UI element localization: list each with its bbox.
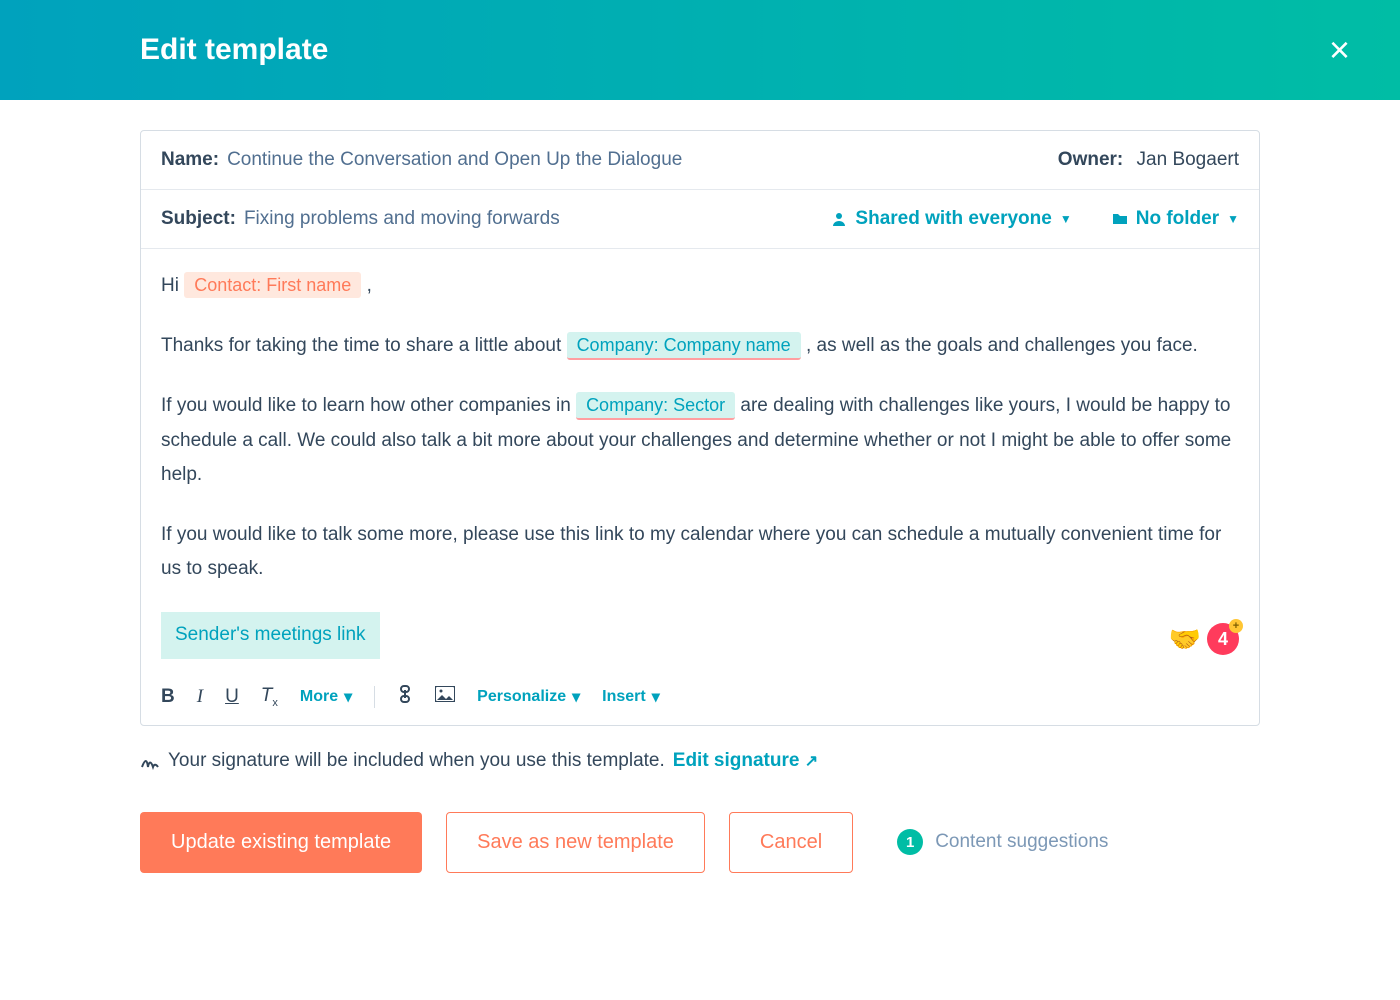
- caret-down-icon: ▾: [572, 687, 580, 707]
- suggestions-count-badge: 1: [897, 829, 923, 855]
- token-company-name[interactable]: Company: Company name: [567, 332, 801, 360]
- template-card: Name: Continue the Conversation and Open…: [140, 130, 1260, 726]
- owner-label: Owner:: [1058, 149, 1123, 170]
- caret-down-icon: ▼: [1060, 212, 1072, 226]
- text: , as well as the goals and challenges yo…: [806, 335, 1198, 356]
- notif-count: 4: [1218, 623, 1228, 655]
- signature-note: Your signature will be included when you…: [140, 750, 1260, 772]
- sharing-dropdown[interactable]: Shared with everyone ▼: [831, 208, 1071, 230]
- modal-body: Name: Continue the Conversation and Open…: [0, 100, 1400, 873]
- paragraph-2: If you would like to learn how other com…: [161, 389, 1239, 492]
- suggestions-label: Content suggestions: [935, 831, 1108, 853]
- owner-field: Owner: Jan Bogaert: [1058, 149, 1239, 171]
- content-suggestions[interactable]: 1 Content suggestions: [897, 829, 1108, 855]
- more-dropdown[interactable]: More▾: [300, 687, 352, 707]
- personalize-dropdown[interactable]: Personalize▾: [477, 687, 580, 707]
- user-icon: [831, 211, 847, 227]
- edit-signature-link[interactable]: Edit signature ↗: [673, 750, 818, 772]
- folder-label: No folder: [1136, 208, 1219, 230]
- modal-title: Edit template: [140, 33, 328, 67]
- notification-badge[interactable]: 4: [1207, 623, 1239, 655]
- caret-down-icon: ▾: [652, 687, 660, 707]
- token-contact-firstname[interactable]: Contact: First name: [184, 272, 361, 298]
- name-label: Name:: [161, 149, 219, 171]
- caret-down-icon: ▼: [1227, 212, 1239, 226]
- clear-format-button[interactable]: Tx: [261, 685, 278, 709]
- save-new-template-button[interactable]: Save as new template: [446, 812, 705, 873]
- name-value[interactable]: Continue the Conversation and Open Up th…: [227, 149, 682, 171]
- bold-button[interactable]: B: [161, 686, 175, 708]
- insert-dropdown[interactable]: Insert▾: [602, 687, 660, 707]
- editor-toolbar: B I U Tx More▾ Personalize▾ Insert▾: [141, 677, 1259, 725]
- name-row: Name: Continue the Conversation and Open…: [141, 131, 1259, 190]
- email-body-editor[interactable]: Hi Contact: First name , Thanks for taki…: [141, 249, 1259, 677]
- subject-label: Subject:: [161, 208, 236, 230]
- token-meetings-link[interactable]: Sender's meetings link: [161, 612, 380, 658]
- underline-button[interactable]: U: [225, 686, 239, 708]
- separator: [374, 686, 375, 708]
- link-icon[interactable]: [397, 685, 413, 709]
- paragraph-1: Thanks for taking the time to share a li…: [161, 329, 1239, 363]
- sharing-label: Shared with everyone: [855, 208, 1051, 230]
- folder-dropdown[interactable]: No folder ▼: [1112, 208, 1239, 230]
- owner-value: Jan Bogaert: [1137, 149, 1239, 170]
- text: Thanks for taking the time to share a li…: [161, 335, 567, 356]
- update-template-button[interactable]: Update existing template: [140, 812, 422, 873]
- text: If you would like to learn how other com…: [161, 395, 576, 416]
- subject-row: Subject: Fixing problems and moving forw…: [141, 190, 1259, 249]
- text: ,: [367, 275, 372, 296]
- signature-icon: [140, 751, 160, 771]
- caret-down-icon: ▾: [344, 687, 352, 707]
- image-icon[interactable]: [435, 686, 455, 708]
- italic-button[interactable]: I: [197, 686, 203, 708]
- signature-text: Your signature will be included when you…: [168, 750, 665, 772]
- greeting-line: Hi Contact: First name ,: [161, 269, 1239, 303]
- token-company-sector[interactable]: Company: Sector: [576, 392, 735, 420]
- close-icon[interactable]: ×: [1329, 29, 1350, 71]
- paragraph-3: If you would like to talk some more, ple…: [161, 518, 1239, 586]
- folder-icon: [1112, 211, 1128, 227]
- external-link-icon: ↗: [805, 753, 818, 770]
- subject-value[interactable]: Fixing problems and moving forwards: [244, 208, 560, 230]
- text: Hi: [161, 275, 184, 296]
- cancel-button[interactable]: Cancel: [729, 812, 853, 873]
- modal-header: Edit template ×: [0, 0, 1400, 100]
- action-buttons: Update existing template Save as new tem…: [140, 812, 1260, 873]
- handshake-icon[interactable]: 🤝: [1169, 616, 1201, 663]
